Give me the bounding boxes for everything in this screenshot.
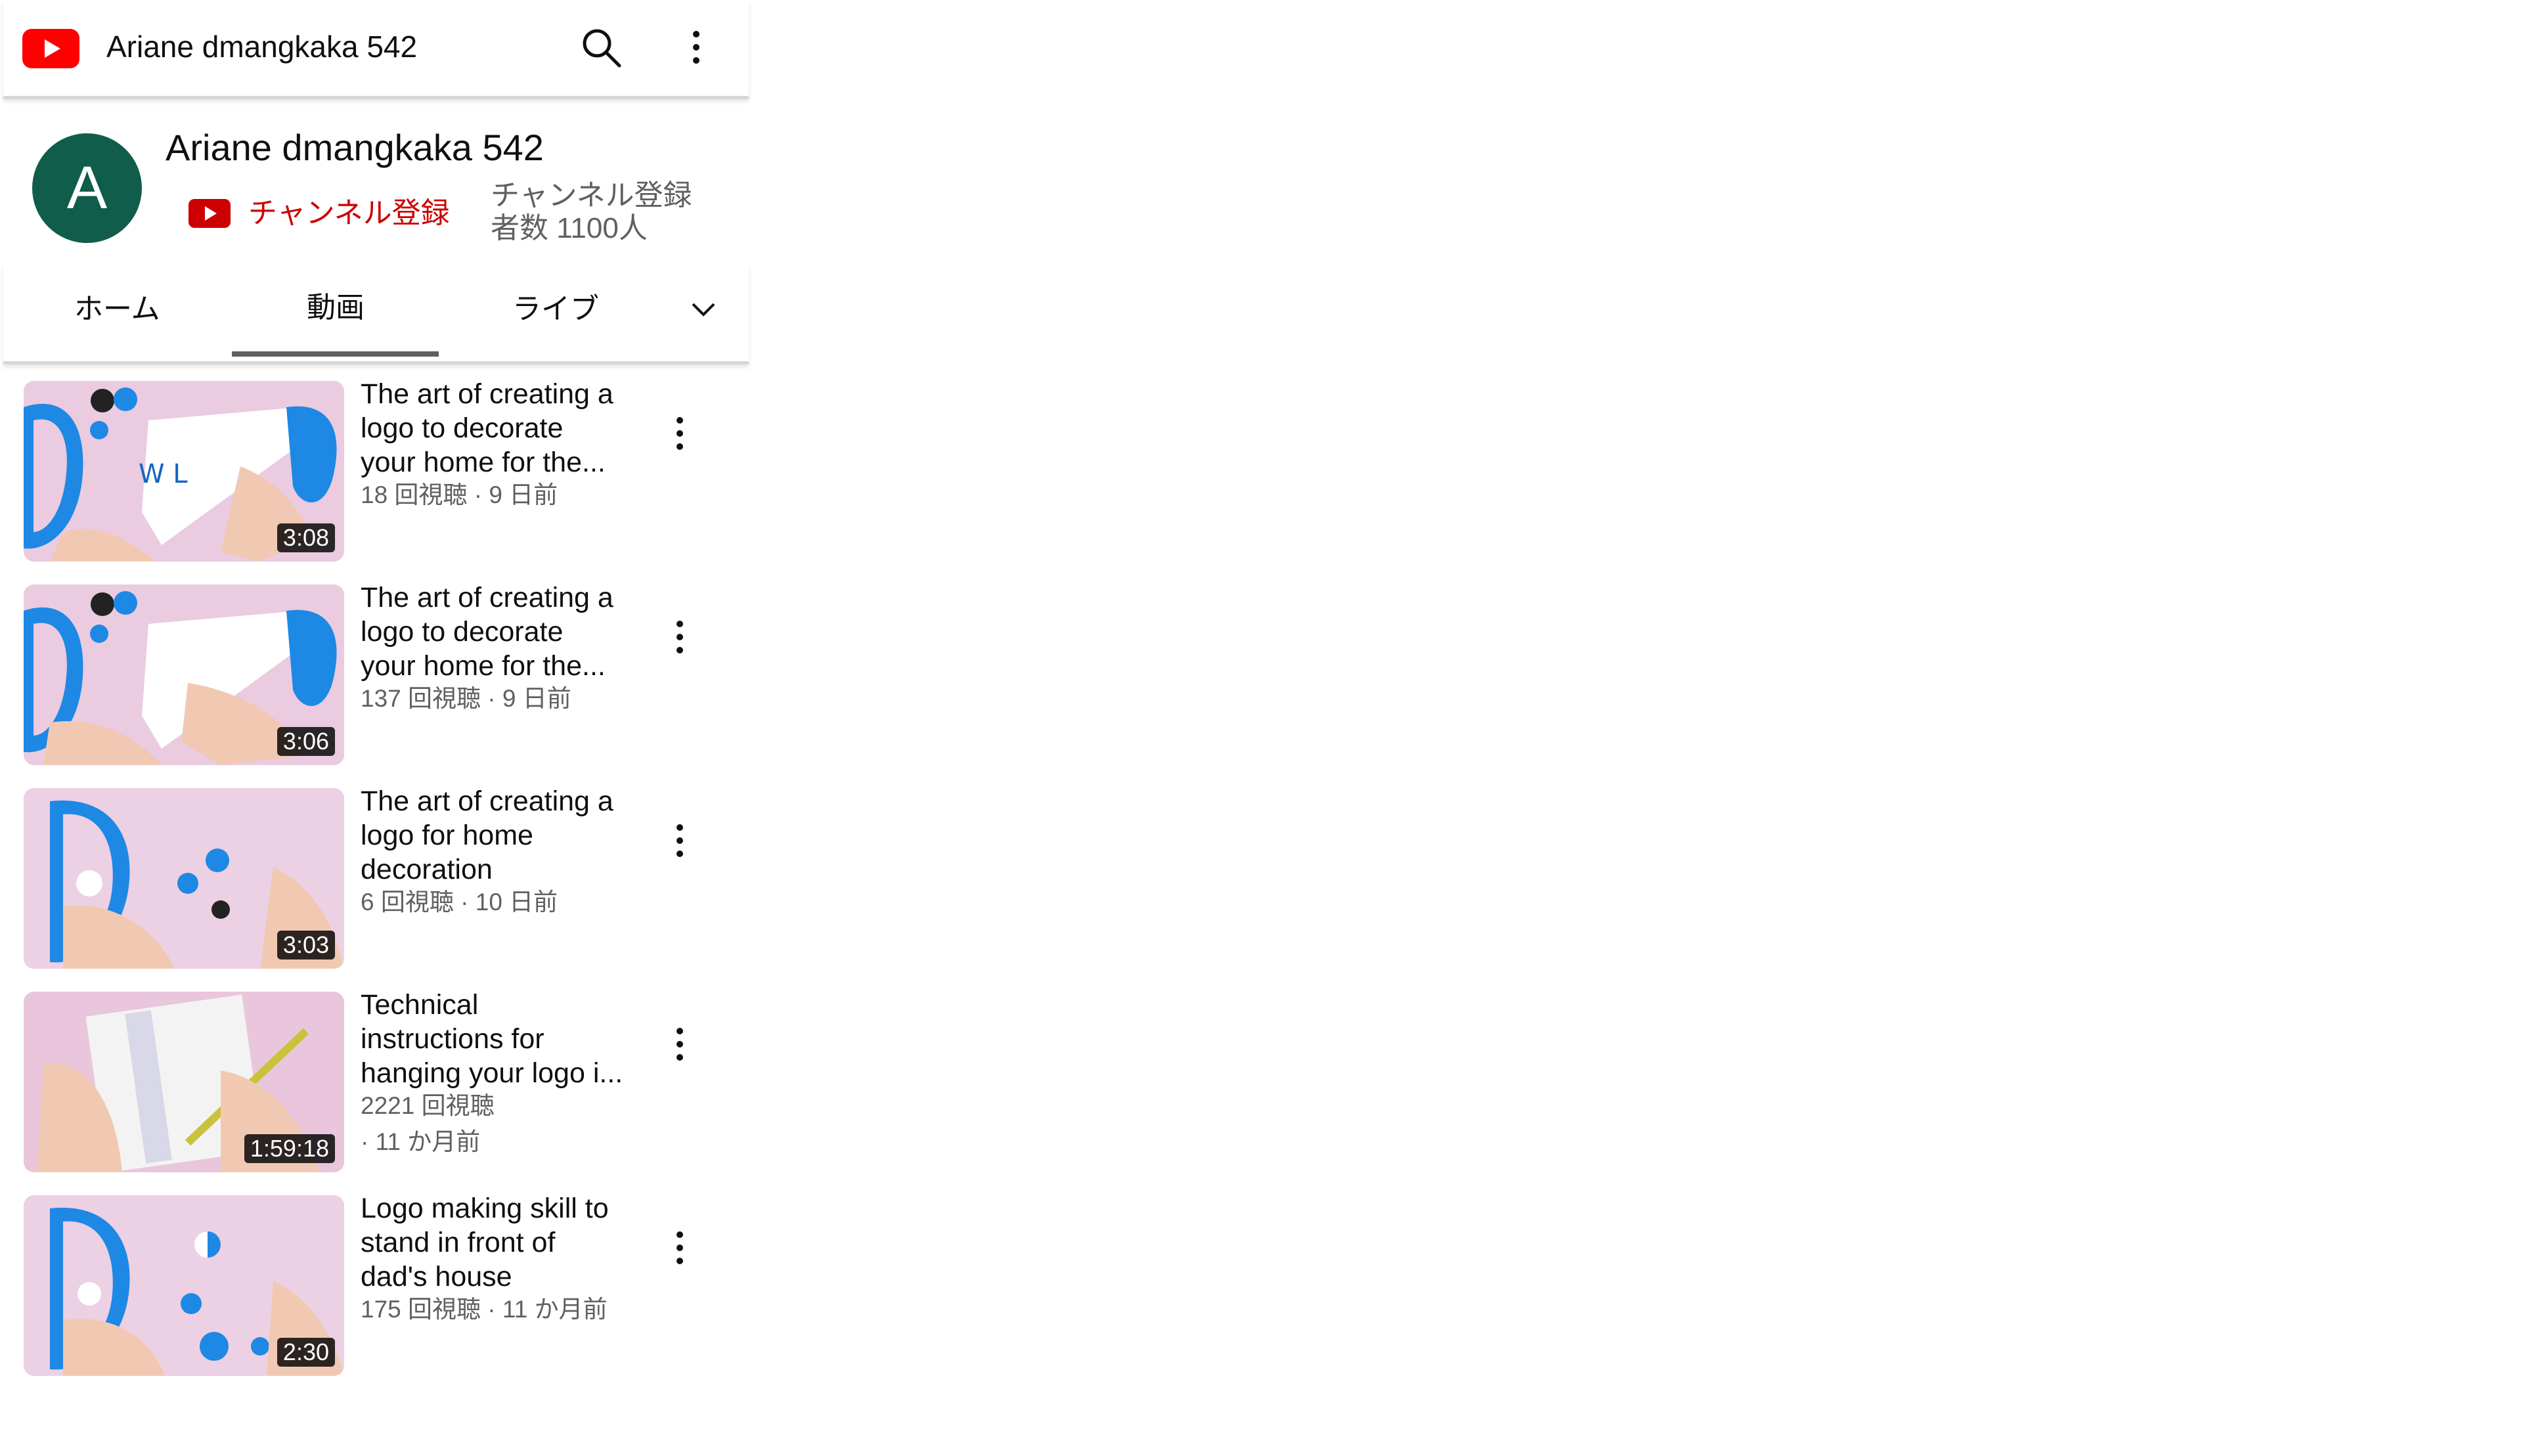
subscribe-button[interactable]: チャンネル登録	[189, 192, 450, 235]
video-title[interactable]: The art of creating a logo to decorate y…	[361, 377, 623, 479]
video-title-line: The art of creating a	[361, 378, 613, 410]
video-duration: 3:08	[277, 523, 335, 552]
tab-videos[interactable]: 動画	[307, 288, 365, 328]
video-duration: 2:30	[277, 1338, 335, 1367]
video-title-line: dad's house	[361, 1261, 512, 1292]
video-title-line: Technical	[361, 989, 479, 1021]
more-vert-icon[interactable]	[686, 26, 706, 68]
youtube-subscribe-icon	[189, 199, 231, 228]
video-thumbnail[interactable]: 3:06	[24, 585, 344, 765]
more-vert-icon[interactable]	[670, 617, 690, 657]
subscriber-count-line-2: 者数 1100人	[491, 212, 648, 244]
video-list-item[interactable]: 3:06 The art of creating a logo to decor…	[3, 582, 749, 765]
video-title-line: your home for the...	[361, 650, 606, 682]
video-list-item[interactable]: 3:03 The art of creating a logo for home…	[3, 785, 749, 969]
video-title-line: logo for home	[361, 820, 533, 851]
video-title[interactable]: Technical instructions for hanging your …	[361, 988, 623, 1090]
video-duration: 3:06	[277, 727, 335, 756]
more-vert-icon[interactable]	[670, 821, 690, 860]
more-vert-icon[interactable]	[670, 1025, 690, 1064]
video-meta: · 11 か月前	[361, 1128, 481, 1155]
video-title-line: decoration	[361, 854, 493, 885]
youtube-channel-page: Ariane dmangkaka 542 A Ariane dmangkaka …	[3, 0, 749, 1456]
video-title-line: your home for the...	[361, 447, 606, 478]
youtube-logo-icon[interactable]	[22, 29, 79, 68]
top-app-bar: Ariane dmangkaka 542	[3, 0, 749, 99]
video-title-line: logo to decorate	[361, 616, 564, 648]
channel-name: Ariane dmangkaka 542	[166, 127, 544, 168]
subscriber-count: チャンネル登録 者数 1100人	[491, 179, 734, 245]
video-title-line: hanging your logo i...	[361, 1057, 623, 1089]
more-vert-icon[interactable]	[670, 1228, 690, 1268]
video-list-item[interactable]: 1:59:18 Technical instructions for hangi…	[3, 989, 749, 1172]
video-title-line: The art of creating a	[361, 785, 613, 817]
video-title-line: The art of creating a	[361, 582, 613, 613]
video-title-line: Logo making skill to	[361, 1193, 609, 1224]
search-icon[interactable]	[580, 26, 622, 68]
header-channel-title: Ariane dmangkaka 542	[106, 30, 418, 64]
channel-header: A Ariane dmangkaka 542 チャンネル登録 チャンネル登録 者…	[3, 99, 749, 263]
channel-tabs: ホーム 動画 ライブ	[3, 263, 749, 364]
video-meta: 18 回視聴 · 9 日前	[361, 481, 558, 508]
subscriber-count-line-1: チャンネル登録	[491, 179, 692, 211]
video-meta: 2221 回視聴	[361, 1092, 495, 1119]
video-thumbnail[interactable]: 3:03	[24, 788, 344, 969]
tab-live[interactable]: ライブ	[512, 290, 599, 329]
video-thumbnail[interactable]: 1:59:18	[24, 992, 344, 1172]
video-title-line: instructions for	[361, 1023, 544, 1055]
video-meta: 137 回視聴 · 9 日前	[361, 685, 571, 712]
tab-home[interactable]: ホーム	[74, 290, 160, 329]
video-thumbnail[interactable]: W L 3:08	[24, 381, 344, 562]
video-title-line: stand in front of	[361, 1227, 556, 1258]
video-duration: 3:03	[277, 931, 335, 960]
video-title[interactable]: The art of creating a logo for home deco…	[361, 784, 623, 887]
channel-avatar[interactable]: A	[32, 133, 142, 243]
video-list-item[interactable]: 2:30 Logo making skill to stand in front…	[3, 1193, 749, 1376]
video-thumbnail[interactable]: 2:30	[24, 1195, 344, 1376]
more-vert-icon[interactable]	[670, 414, 690, 453]
video-title[interactable]: The art of creating a logo to decorate y…	[361, 581, 623, 683]
video-meta: 175 回視聴 · 11 か月前	[361, 1296, 608, 1323]
video-title[interactable]: Logo making skill to stand in front of d…	[361, 1191, 623, 1294]
subscribe-label: チャンネル登録	[248, 197, 450, 229]
svg-text:W L: W L	[139, 459, 188, 489]
video-title-line: logo to decorate	[361, 412, 564, 444]
video-meta: 6 回視聴 · 10 日前	[361, 889, 558, 916]
chevron-down-icon[interactable]	[689, 295, 718, 324]
video-list-item[interactable]: W L 3:08 The art of creating a logo to d…	[3, 378, 749, 562]
video-duration: 1:59:18	[244, 1134, 335, 1163]
selected-tab-indicator	[232, 351, 439, 357]
